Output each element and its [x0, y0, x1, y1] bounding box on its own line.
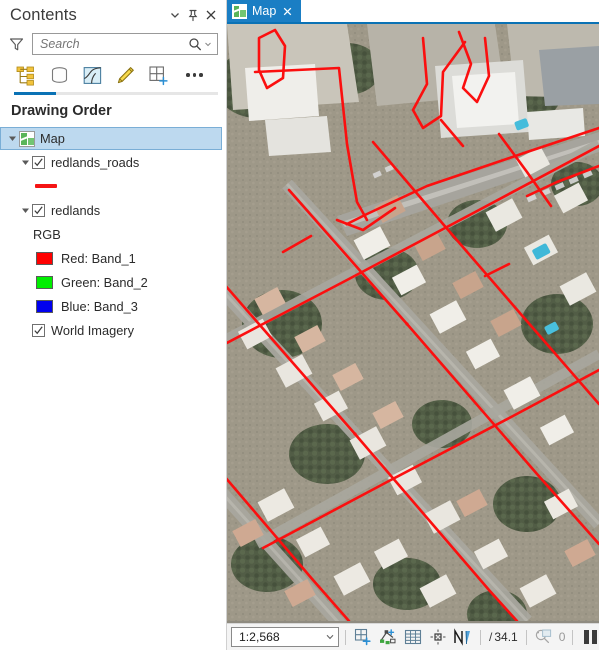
tree-item-redlands-roads[interactable]: redlands_roads — [0, 150, 226, 174]
tree-item-redlands[interactable]: redlands — [0, 198, 226, 222]
tree-item-label: Red: Band_1 — [61, 250, 136, 266]
tree-item-band-green[interactable]: Green: Band_2 — [0, 270, 226, 294]
pane-menu-button[interactable] — [166, 5, 184, 25]
caret-down-icon[interactable] — [323, 628, 336, 646]
rotation-prefix: / — [489, 630, 493, 644]
contents-search-row: Search — [0, 30, 226, 58]
scale-value: 1:2,568 — [239, 630, 280, 644]
expander-icon[interactable] — [18, 155, 32, 169]
selection-count: 0 — [558, 630, 566, 644]
tree-item-label: redlands — [51, 202, 101, 218]
tree-item-band-red[interactable]: Red: Band_1 — [0, 246, 226, 270]
magnifier-icon[interactable] — [187, 36, 203, 52]
rotation-number: 34.1 — [494, 630, 518, 644]
band-color-swatch-blue[interactable] — [36, 299, 53, 313]
map-icon — [19, 130, 35, 147]
pause-drawing-button[interactable] — [579, 627, 599, 648]
funnel-icon[interactable] — [6, 34, 26, 54]
expander-icon[interactable] — [5, 132, 19, 146]
search-placeholder: Search — [40, 37, 80, 51]
north-arrow-icon[interactable] — [452, 627, 474, 648]
drawing-order-heading: Drawing Order — [11, 103, 112, 119]
tree-item-band-blue[interactable]: Blue: Band_3 — [0, 294, 226, 318]
search-input[interactable]: Search — [32, 33, 218, 55]
tree-item-map[interactable]: Map — [0, 127, 222, 150]
tab-label: Map — [252, 4, 277, 18]
tabstrip-empty-area — [301, 0, 599, 22]
table-icon[interactable] — [402, 627, 424, 648]
map-rotation-value[interactable]: / 34.1 — [487, 630, 520, 644]
selected-features-icon[interactable] — [533, 627, 555, 648]
contents-toolbar — [0, 58, 226, 92]
layer-visibility-checkbox[interactable] — [32, 323, 45, 337]
band-color-swatch-red[interactable] — [36, 251, 53, 265]
search-dropdown-icon[interactable] — [203, 36, 213, 52]
contents-pane: Contents Search Drawing Order Map redlan… — [0, 0, 227, 650]
crosshair-icon[interactable] — [427, 627, 449, 648]
divider — [345, 629, 346, 645]
tree-item-label: RGB — [33, 226, 61, 242]
tab-map[interactable]: Map — [227, 0, 302, 22]
band-color-swatch-green[interactable] — [36, 275, 53, 289]
divider — [525, 629, 527, 645]
aerial-imagery — [227, 24, 599, 621]
pane-pin-button[interactable] — [184, 5, 202, 25]
divider — [572, 629, 574, 645]
tree-item-label: Map — [40, 131, 65, 146]
layer-tree: Map redlands_roads redlands RGB Red: Ban… — [0, 126, 226, 650]
pane-close-button[interactable] — [202, 5, 220, 25]
tree-item-label: Green: Band_2 — [61, 274, 148, 290]
select-attributes-icon[interactable] — [377, 627, 399, 648]
map-tabstrip: Map — [227, 0, 599, 24]
close-icon[interactable] — [281, 5, 294, 18]
arcgis-pro-window: Contents Search Drawing Order Map redlan… — [0, 0, 599, 650]
page-title: Contents — [10, 5, 77, 24]
database-icon[interactable] — [47, 63, 71, 87]
selection-icon[interactable] — [80, 63, 104, 87]
add-data-icon[interactable] — [352, 627, 374, 648]
tree-item-roads-symbol[interactable] — [0, 174, 226, 198]
toolbar-active-indicator — [14, 92, 218, 95]
scale-combo[interactable]: 1:2,568 — [231, 627, 339, 647]
toolbar-overflow-button[interactable] — [186, 63, 203, 87]
grid-plus-icon[interactable] — [146, 63, 170, 87]
tree-item-label: redlands_roads — [51, 154, 140, 170]
pencil-icon[interactable] — [113, 63, 137, 87]
map-icon — [232, 3, 247, 19]
map-view: Map 1:2,568 / 34.1 0 — [227, 0, 599, 650]
tree-item-label: World Imagery — [51, 322, 134, 338]
layer-visibility-checkbox[interactable] — [32, 155, 45, 169]
contents-pane-header: Contents — [0, 0, 226, 30]
expander-icon[interactable] — [18, 203, 32, 217]
tree-item-rgb: RGB — [0, 222, 226, 246]
drawing-order-icon[interactable] — [14, 63, 38, 87]
layer-visibility-checkbox[interactable] — [32, 203, 45, 217]
tree-item-world-imagery[interactable]: World Imagery — [0, 318, 226, 342]
map-canvas[interactable] — [227, 24, 599, 623]
divider — [480, 629, 481, 645]
tree-item-label: Blue: Band_3 — [61, 298, 138, 314]
line-symbol-swatch[interactable] — [35, 184, 57, 188]
map-status-bar: 1:2,568 / 34.1 0 — [227, 623, 599, 650]
